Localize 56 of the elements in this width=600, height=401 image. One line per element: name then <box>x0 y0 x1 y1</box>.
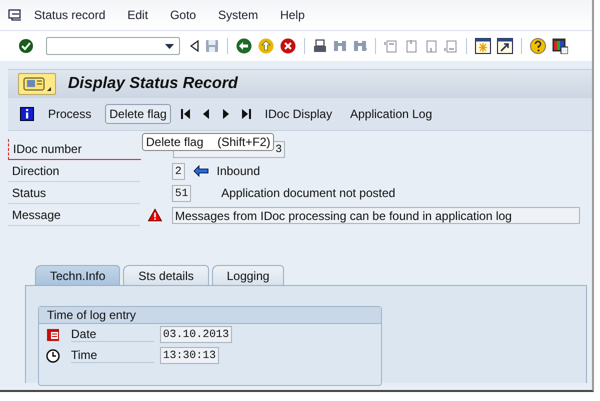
window-title: Display Status Record <box>68 75 238 93</box>
field-description: Application document not posted <box>221 186 396 200</box>
field-label: IDoc number <box>8 138 141 160</box>
new-session-icon[interactable] <box>475 38 491 54</box>
menu-item[interactable]: Status record <box>34 8 106 22</box>
field-label: Time <box>71 348 154 363</box>
arrow-left-icon <box>192 165 209 177</box>
toolbar-button[interactable]: Application Log <box>346 104 436 124</box>
group-title: Time of log entry <box>39 307 381 324</box>
toolbar-button[interactable]: Delete flag <box>105 104 171 124</box>
first-record-icon[interactable] <box>180 108 191 120</box>
menu-item[interactable]: Goto <box>170 8 196 22</box>
field-label: Date <box>71 327 154 342</box>
next-record-icon[interactable] <box>220 108 231 120</box>
first-page-icon[interactable] <box>384 39 398 53</box>
menu-icon[interactable] <box>8 9 22 21</box>
field-description: Inbound <box>216 164 260 178</box>
system-menu-button[interactable] <box>18 73 56 95</box>
corner-caret-icon <box>47 87 51 91</box>
field-value: 51 <box>172 184 192 202</box>
field-label: Status <box>8 182 140 204</box>
tab[interactable]: Logging <box>212 265 284 285</box>
last-page-icon[interactable] <box>444 39 458 53</box>
menu-item[interactable]: Help <box>280 8 305 22</box>
back-icon[interactable] <box>236 38 252 54</box>
info-icon[interactable] <box>20 107 34 121</box>
field-label: Direction <box>8 160 140 182</box>
screen-icon <box>23 77 45 91</box>
previous-record-icon[interactable] <box>200 108 211 120</box>
next-page-icon[interactable] <box>424 39 438 53</box>
shortcut-icon[interactable] <box>497 38 513 54</box>
last-record-icon[interactable] <box>240 108 251 120</box>
field-value: 03.10.2013 <box>160 326 232 343</box>
warning-icon <box>148 207 162 223</box>
clock-icon <box>46 348 60 362</box>
dropdown-icon[interactable] <box>165 44 174 48</box>
calendar-icon <box>46 328 60 342</box>
menu-item[interactable]: Edit <box>127 8 148 22</box>
up-icon[interactable] <box>258 38 274 54</box>
field-value: 13:30:13 <box>160 347 219 364</box>
field-value: 2 <box>172 162 185 180</box>
print-icon[interactable] <box>313 39 327 53</box>
previous-page-icon[interactable] <box>404 39 418 53</box>
help-icon[interactable] <box>530 38 546 54</box>
toolbar-button[interactable]: IDoc Display <box>260 104 336 124</box>
field-label: Message <box>8 204 140 226</box>
menu-item[interactable]: System <box>218 8 258 22</box>
cancel-icon[interactable] <box>280 38 296 54</box>
field-value: Messages from IDoc processing can be found in application log <box>172 206 580 224</box>
enter-icon[interactable] <box>18 38 34 54</box>
tab[interactable]: Sts details <box>123 265 209 285</box>
collapse-icon[interactable] <box>190 40 199 52</box>
tab[interactable]: Techn.Info <box>35 265 120 285</box>
command-field[interactable] <box>46 37 180 55</box>
toolbar-button[interactable]: Process <box>44 104 96 124</box>
layout-icon[interactable] <box>552 38 568 54</box>
